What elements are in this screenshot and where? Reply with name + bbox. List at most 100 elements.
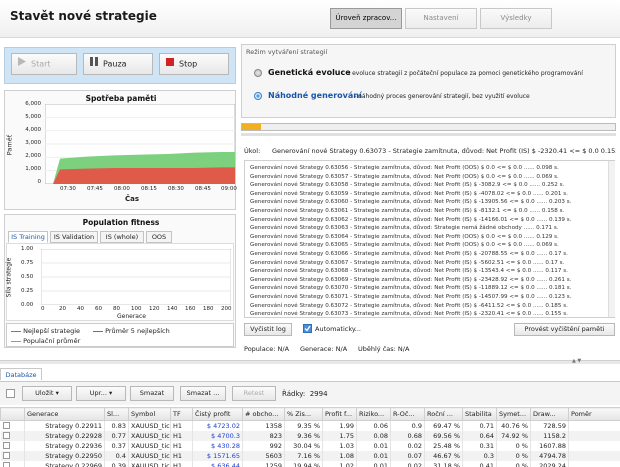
tab-results[interactable]: Výsledky [480,8,552,29]
tab-settings[interactable]: Nastavení [405,8,477,29]
memory-xtick: 09:00 [221,186,237,192]
genetic-radio[interactable] [254,69,262,77]
tab-is-validation[interactable]: IS Validation [50,231,98,243]
fitness-ytick: 0.25 [21,288,34,294]
table-cell: 0.77 [104,430,129,441]
retest-button[interactable]: Retest [232,386,276,401]
rows-label: Řádky: 2994 [282,390,328,398]
row-select-cell[interactable] [0,440,25,451]
pause-button[interactable]: Pauza [83,53,153,75]
column-header[interactable]: Generace [24,407,105,421]
edit-button[interactable]: Upr... ▾ [76,386,126,401]
column-header[interactable]: Symet... [496,407,531,421]
tab-database[interactable]: Databáze [0,368,42,380]
row-checkbox[interactable] [2,422,10,430]
random-label[interactable]: Náhodné generování [268,91,362,100]
table-cell: 0.9 [390,420,425,431]
table-cell: 1.75 [322,430,357,441]
fitness-xtick: 20 [59,306,66,312]
log-line: Generování nové Strategy 0.63059 - Strat… [250,190,568,197]
mode-legend: Režim vytváření strategií [246,48,328,56]
fitness-legend: Nejlepší strategie Průměr 5 nejlepších P… [6,323,234,347]
log-line: Generování nové Strategy 0.63064 - Strat… [250,233,559,240]
table-cell: H1 [170,460,193,467]
column-header[interactable]: Riziko... [356,407,391,421]
legend-population: Populační průměr [11,337,80,345]
clear-log-button[interactable]: Vyčistit log [244,323,292,336]
table-cell: $ 430.28 [192,440,243,451]
column-header[interactable]: Stabilita [462,407,497,421]
table-cell [568,460,620,467]
genetic-desc: - evoluce strategií z počáteční populace… [348,70,583,77]
column-header[interactable]: R-Oč... [390,407,425,421]
splitter[interactable] [0,360,620,364]
table-cell: Strategy 0.22950 [24,450,105,461]
select-all-checkbox[interactable] [6,389,15,398]
tab-is-whole[interactable]: IS (whole) [100,231,144,243]
fitness-title: Population fitness [82,218,160,227]
log-line: Generování nové Strategy 0.63071 - Strat… [250,294,572,300]
column-header[interactable]: TF [170,407,193,421]
column-header[interactable]: Čistý profit [192,407,243,421]
table-cell: 40.76 % [496,420,531,431]
memory-xtick: 08:45 [195,186,211,192]
save-button[interactable]: Uložit ▾ [22,386,72,401]
row-select-cell[interactable] [0,450,25,461]
column-header[interactable]: Profit f... [322,407,357,421]
table-cell: H1 [170,440,193,451]
row-checkbox[interactable] [2,452,10,459]
table-cell: 1.03 [322,440,357,451]
table-cell: XAUUSD_tick [128,430,171,441]
memory-ytick: 6,000 [25,101,41,107]
table-cell: 0.37 [104,440,129,451]
table-row[interactable]: Strategy 0.22950 0.4 XAUUSD_tick H1 $ 1571.6… [0,450,620,461]
column-header[interactable]: Poměr [568,407,620,421]
run-cleanup-button[interactable]: Provést vyčištění paměti [514,323,615,336]
row-select-cell[interactable] [0,430,25,441]
table-cell: 0.01 [356,460,391,467]
table-cell: 0.83 [104,420,129,431]
column-header[interactable]: Draw... [530,407,569,421]
row-checkbox[interactable] [2,432,10,439]
col-select[interactable] [0,407,25,421]
table-row[interactable]: Strategy 0.22911 0.83 XAUUSD_tick H1 $ 4723.… [0,420,620,431]
column-header[interactable]: Sl... [104,407,129,421]
log-scrollbar[interactable] [608,161,615,317]
table-row[interactable]: Strategy 0.22936 0.37 XAUUSD_tick H1 $ 430.2… [0,440,620,451]
table-cell: H1 [170,450,193,461]
table-row[interactable]: Strategy 0.22969 0.39 XAUUSD_tick H1 $ 636.4… [0,460,620,467]
auto-label[interactable]: Automaticky... [315,325,361,333]
column-header[interactable]: % Zis... [284,407,323,421]
tab-is-training[interactable]: IS Training [8,231,48,243]
column-header[interactable]: Symbol [128,407,171,421]
task-text: Generování nové Strategy 0.63073 - Strat… [272,147,616,155]
row-select-cell[interactable] [0,460,25,467]
stop-button[interactable]: Stop [159,53,229,75]
mode-panel: Režim vytváření strategií Genetická evol… [241,44,616,118]
delete-button[interactable]: Smazat [130,386,174,401]
column-header[interactable]: # obcho... [242,407,285,421]
log-line: Generování nové Strategy 0.63066 - Strat… [250,251,568,257]
table-cell: 0.68 [390,430,425,441]
collapse-arrows-icon[interactable]: ▲ ▼ [572,358,581,364]
table-cell: XAUUSD_tick [128,460,171,467]
table-cell [568,430,620,441]
table-row[interactable]: Strategy 0.22928 0.77 XAUUSD_tick H1 $ 4700.… [0,430,620,441]
table-cell: 728.59 [530,420,569,431]
pause-icon [90,54,98,74]
row-select-cell[interactable] [0,420,25,431]
row-checkbox[interactable] [2,462,10,467]
fitness-ytick: 0.75 [21,260,34,266]
column-header[interactable]: Roční ... [424,407,463,421]
progress-bar [241,123,616,131]
auto-checkbox[interactable] [303,324,312,333]
log-line: Generování nové Strategy 0.63065 - Strat… [250,242,559,249]
tab-progress[interactable]: Úroveň zpracov... [330,8,402,29]
genetic-label[interactable]: Genetická evoluce [268,68,351,77]
log-box[interactable]: Generování nové Strategy 0.63056 - Strat… [244,160,615,318]
tab-oos[interactable]: OOS [146,231,172,243]
random-radio[interactable] [254,92,262,100]
start-button[interactable]: Start [11,53,77,75]
delete-more-button[interactable]: Smazat ... [180,386,226,401]
row-checkbox[interactable] [2,442,10,449]
